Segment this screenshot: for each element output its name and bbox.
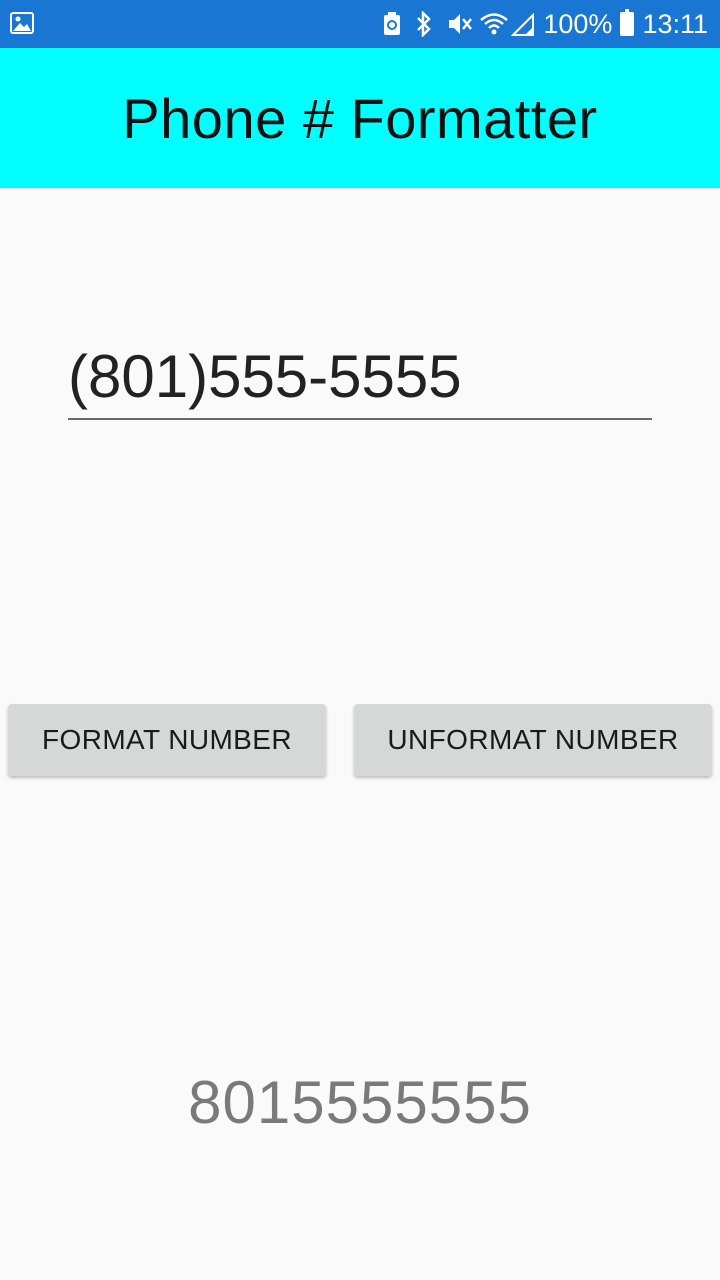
status-bar: 100% 13:11 — [0, 0, 720, 48]
unformat-number-button[interactable]: UNFORMAT NUMBER — [354, 704, 712, 776]
format-number-button[interactable]: FORMAT NUMBER — [8, 704, 326, 776]
status-icons: 100% 13:11 — [383, 0, 708, 48]
battery-icon — [620, 9, 635, 36]
mute-icon — [447, 11, 473, 37]
signal-icon — [510, 11, 535, 37]
bluetooth-icon — [415, 9, 439, 39]
battery-percent: 100% — [543, 8, 613, 39]
wifi-icon — [479, 11, 509, 37]
result-text: 8015555555 — [188, 1069, 532, 1136]
app-bar: Phone # Formatter — [0, 48, 720, 188]
image-icon — [10, 12, 34, 34]
sync-icon — [383, 11, 407, 37]
phone-number-input[interactable] — [68, 336, 652, 420]
app-title: Phone # Formatter — [122, 86, 598, 150]
clock: 13:11 — [642, 8, 708, 39]
